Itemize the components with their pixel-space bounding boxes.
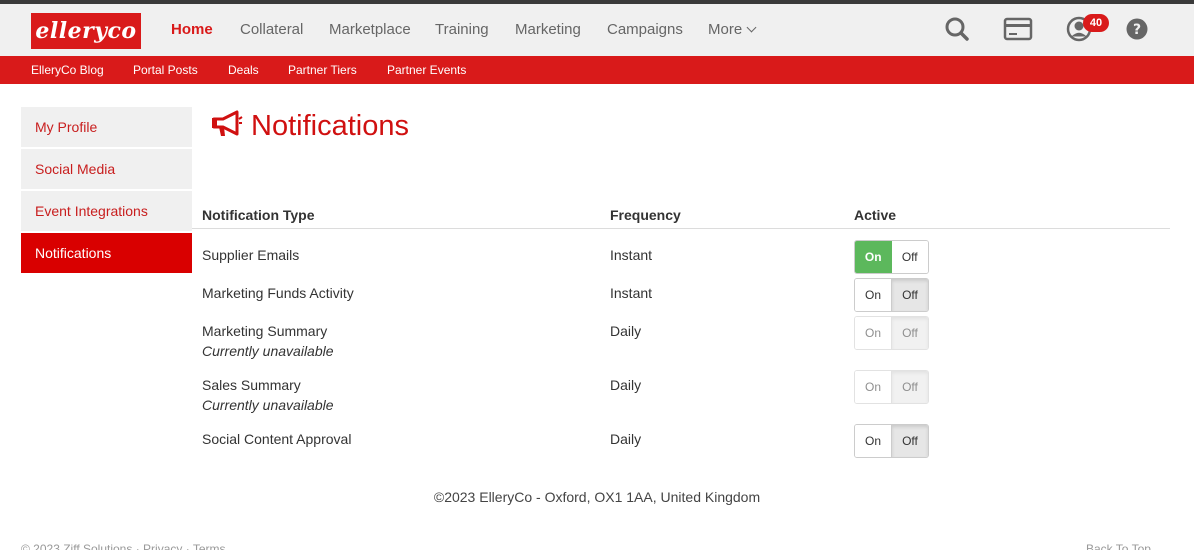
sidebar: My Profile Social Media Event Integratio…: [21, 107, 192, 275]
subnav-partner-events[interactable]: Partner Events: [387, 56, 466, 84]
subnav-blog[interactable]: ElleryCo Blog: [31, 56, 104, 84]
toggle-off-button[interactable]: Off: [891, 241, 928, 273]
search-icon[interactable]: [942, 14, 972, 44]
brand-logo[interactable]: elleryco: [31, 13, 141, 49]
active-toggle[interactable]: On Off: [854, 424, 929, 458]
megaphone-icon: [211, 109, 243, 144]
row-note: Currently unavailable: [202, 343, 334, 359]
nav-marketplace[interactable]: Marketplace: [329, 4, 411, 56]
logo-text: elleryco: [35, 18, 137, 44]
sidebar-item-my-profile[interactable]: My Profile: [21, 107, 192, 147]
header-notification-type: Notification Type: [202, 207, 315, 223]
terms-link[interactable]: Terms: [193, 542, 226, 550]
subnav-partner-tiers[interactable]: Partner Tiers: [288, 56, 357, 84]
notification-badge: 40: [1083, 14, 1109, 32]
active-toggle: On Off: [854, 370, 929, 404]
active-toggle: On Off: [854, 316, 929, 350]
nav-home[interactable]: Home: [171, 4, 213, 56]
sidebar-item-social-media[interactable]: Social Media: [21, 149, 192, 189]
row-type: Marketing Summary: [202, 323, 328, 339]
nav-marketing[interactable]: Marketing: [515, 4, 581, 56]
nav-training[interactable]: Training: [435, 4, 489, 56]
toggle-off-button[interactable]: Off: [891, 279, 928, 311]
subnav-deals[interactable]: Deals: [228, 56, 259, 84]
svg-text:?: ?: [1133, 22, 1141, 38]
row-type: Marketing Funds Activity: [202, 285, 354, 301]
page-title-text: Notifications: [251, 109, 409, 142]
toggle-on-button: On: [855, 317, 891, 349]
footer-bottom: © 2023 Ziff Solutions · Privacy · Terms: [21, 542, 226, 550]
row-frequency: Daily: [610, 377, 642, 393]
nav-collateral[interactable]: Collateral: [240, 4, 303, 56]
toggle-off-button[interactable]: Off: [891, 425, 928, 457]
toggle-on-button: On: [855, 371, 891, 403]
toggle-on-button[interactable]: On: [855, 241, 892, 273]
back-to-top-link[interactable]: Back To Top: [1086, 542, 1151, 550]
row-type: Social Content Approval: [202, 431, 352, 447]
toggle-off-button: Off: [891, 371, 928, 403]
toggle-off-button: Off: [891, 317, 928, 349]
footer-separator: ·: [135, 542, 144, 550]
nav-more-label: More: [708, 21, 743, 38]
sidebar-item-event-integrations[interactable]: Event Integrations: [21, 191, 192, 231]
row-frequency: Instant: [610, 285, 653, 301]
table-header: Notification Type Frequency Active: [192, 203, 1170, 229]
subnav-portal-posts[interactable]: Portal Posts: [133, 56, 198, 84]
row-type: Supplier Emails: [202, 247, 300, 263]
chevron-down-icon: [746, 22, 757, 33]
active-toggle[interactable]: On Off: [854, 240, 929, 274]
header-frequency: Frequency: [610, 207, 681, 223]
active-toggle[interactable]: On Off: [854, 278, 929, 312]
header-active: Active: [854, 207, 897, 223]
nav-more[interactable]: More: [708, 4, 757, 56]
toggle-on-button[interactable]: On: [855, 279, 891, 311]
row-frequency: Daily: [610, 323, 642, 339]
footer-separator: ·: [185, 542, 193, 550]
card-icon[interactable]: [1003, 14, 1033, 44]
row-frequency: Daily: [610, 431, 642, 447]
toggle-on-button[interactable]: On: [855, 425, 891, 457]
footer-copyright: ©2023 ElleryCo - Oxford, OX1 1AA, United…: [433, 489, 761, 505]
main-nav: elleryco Home Collateral Marketplace Tra…: [0, 4, 1194, 56]
row-type: Sales Summary: [202, 377, 301, 393]
row-frequency: Instant: [610, 247, 653, 263]
nav-campaigns[interactable]: Campaigns: [607, 4, 683, 56]
sub-nav: ElleryCo Blog Portal Posts Deals Partner…: [0, 56, 1194, 84]
page-title: Notifications: [211, 108, 409, 144]
footer-bottom-copyright: © 2023 Ziff Solutions: [21, 542, 133, 550]
row-note: Currently unavailable: [202, 397, 334, 413]
privacy-link[interactable]: Privacy: [143, 542, 182, 550]
help-icon[interactable]: ?: [1122, 14, 1152, 44]
sidebar-item-notifications[interactable]: Notifications: [21, 233, 192, 273]
